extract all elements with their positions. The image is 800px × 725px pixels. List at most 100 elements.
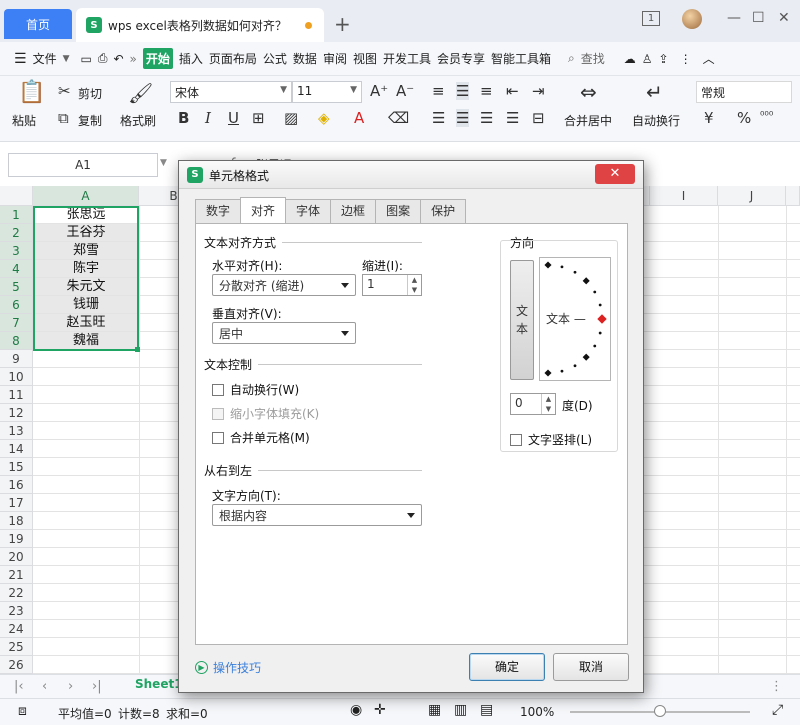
fullscreen-icon[interactable]: ⤢ (772, 702, 783, 718)
align-top-icon[interactable]: ≡ (432, 82, 445, 100)
tab-protection[interactable]: 保护 (420, 199, 467, 223)
increase-font-icon[interactable]: A⁺ (370, 82, 388, 100)
spin-down-icon[interactable]: ▼ (542, 404, 555, 414)
border-icon[interactable]: ⊞ (252, 109, 265, 127)
page-layout-view-icon[interactable]: ▥ (454, 702, 467, 718)
dialog-title-bar[interactable]: S 单元格格式 ✕ (179, 161, 643, 189)
scissors-icon[interactable]: ✂ (58, 82, 71, 100)
increase-indent-icon[interactable]: ⇥ (532, 82, 545, 100)
number-format-select[interactable]: 常规 (696, 81, 792, 103)
cell-a24[interactable] (33, 620, 139, 638)
select-all-corner[interactable] (0, 186, 33, 206)
search-icon[interactable]: ⌕ (568, 51, 575, 66)
horizontal-align-select[interactable]: 分散对齐 (缩进) (212, 274, 356, 296)
row-header[interactable]: 11 (0, 386, 33, 404)
window-count-icon[interactable]: 1 (642, 11, 660, 26)
chevron-down-icon[interactable]: ▼ (160, 158, 167, 168)
search-button[interactable]: 查找 (581, 50, 605, 67)
cell-a7[interactable]: 赵玉旺 (33, 314, 139, 332)
cell-a2[interactable]: 王谷芬 (33, 224, 139, 242)
cell-a9[interactable] (33, 350, 139, 368)
cell-a3[interactable]: 郑雪 (33, 242, 139, 260)
hamburger-menu-icon[interactable]: ☰ (14, 51, 27, 67)
menu-data[interactable]: 数据 (293, 50, 317, 67)
fill-handle[interactable] (135, 347, 140, 352)
text-direction-select[interactable]: 根据内容 (212, 504, 422, 526)
cancel-button[interactable]: 取消 (553, 653, 629, 681)
format-painter-icon[interactable]: 🖌 (128, 81, 153, 105)
row-header[interactable]: 2 (0, 224, 33, 242)
maximize-button[interactable]: ☐ (752, 10, 765, 26)
menu-insert[interactable]: 插入 (179, 50, 203, 67)
row-header[interactable]: 6 (0, 296, 33, 314)
merge-cells-checkbox[interactable]: 合并单元格(M) (212, 429, 310, 446)
menu-formula[interactable]: 公式 (263, 50, 287, 67)
zoom-level[interactable]: 100% (520, 705, 554, 719)
row-header[interactable]: 17 (0, 494, 33, 512)
cell-a25[interactable] (33, 638, 139, 656)
prev-sheet-icon[interactable]: ‹ (42, 679, 47, 694)
cell-a19[interactable] (33, 530, 139, 548)
row-header[interactable]: 9 (0, 350, 33, 368)
cell-a22[interactable] (33, 584, 139, 602)
tab-number[interactable]: 数字 (195, 199, 242, 223)
tab-alignment[interactable]: 对齐 (240, 197, 287, 223)
spin-up-icon[interactable]: ▲ (408, 275, 421, 285)
column-header-j[interactable]: J (718, 186, 786, 206)
vertical-text-button[interactable]: 文 本 (510, 260, 534, 380)
paste-icon[interactable]: 📋 (18, 80, 45, 105)
tab-pattern[interactable]: 图案 (375, 199, 422, 223)
menu-view[interactable]: 视图 (353, 50, 377, 67)
column-header-a[interactable]: A (33, 186, 139, 206)
cell-a14[interactable] (33, 440, 139, 458)
align-middle-icon[interactable]: ☰ (456, 82, 470, 100)
row-header[interactable]: 22 (0, 584, 33, 602)
status-settings-icon[interactable]: ⧈ (18, 703, 27, 719)
degree-input[interactable]: 0 ▲ ▼ (510, 393, 556, 415)
menu-page-layout[interactable]: 页面布局 (209, 50, 257, 67)
percent-button[interactable]: % (737, 109, 751, 127)
cell-a23[interactable] (33, 602, 139, 620)
vertical-text-checkbox[interactable]: 文字竖排(L) (510, 431, 592, 448)
checkbox-box[interactable] (510, 433, 522, 446)
vertical-align-select[interactable]: 居中 (212, 322, 356, 344)
first-sheet-icon[interactable]: |‹ (14, 679, 24, 694)
chevron-down-icon[interactable]: ▼ (63, 54, 70, 64)
row-header[interactable]: 18 (0, 512, 33, 530)
row-header[interactable]: 24 (0, 620, 33, 638)
paste-button[interactable]: 粘贴 (12, 112, 36, 129)
next-sheet-icon[interactable]: › (68, 679, 73, 694)
menu-file[interactable]: 文件 (33, 50, 57, 67)
degree-spinner[interactable]: ▲ ▼ (541, 394, 555, 414)
cell-a1[interactable]: 张思远 (33, 206, 139, 224)
align-left-icon[interactable]: ☰ (432, 109, 445, 127)
indent-spinner[interactable]: ▲ ▼ (407, 275, 421, 295)
cloud-sync-icon[interactable]: ☁ (624, 52, 636, 66)
row-header[interactable]: 20 (0, 548, 33, 566)
row-header[interactable]: 13 (0, 422, 33, 440)
cell-a26[interactable] (33, 656, 139, 674)
font-name-select[interactable]: 宋体 ▼ (170, 81, 292, 103)
cell-a10[interactable] (33, 368, 139, 386)
row-header[interactable]: 5 (0, 278, 33, 296)
merge-center-button[interactable]: 合并居中 (564, 112, 612, 129)
justify-icon[interactable]: ☰ (506, 109, 519, 127)
page-break-view-icon[interactable]: ▤ (480, 702, 493, 718)
user-avatar[interactable] (682, 9, 702, 29)
document-tab[interactable]: S wps excel表格列数据如何对齐？ (76, 8, 324, 42)
orientation-pointer[interactable] (597, 314, 607, 324)
save-icon[interactable]: ▭ (81, 52, 92, 66)
cell-a21[interactable] (33, 566, 139, 584)
cell-a18[interactable] (33, 512, 139, 530)
print-icon[interactable]: ⎙ (98, 51, 108, 66)
cell-a17[interactable] (33, 494, 139, 512)
row-header[interactable]: 12 (0, 404, 33, 422)
row-header[interactable]: 26 (0, 656, 33, 674)
last-sheet-icon[interactable]: ›| (92, 679, 102, 694)
cell-a6[interactable]: 钱珊 (33, 296, 139, 314)
underline-button[interactable]: U (228, 109, 239, 127)
tips-link[interactable]: ▶ 操作技巧 (195, 659, 261, 676)
normal-view-icon[interactable]: ▦ (428, 702, 441, 718)
ok-button[interactable]: 确定 (469, 653, 545, 681)
font-color-icon[interactable]: A (354, 109, 364, 127)
